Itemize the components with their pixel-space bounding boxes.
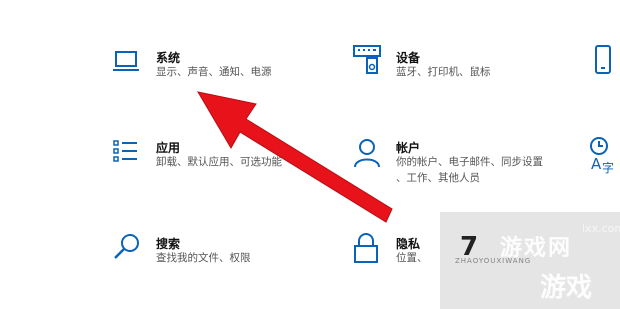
red-annotation-arrow bbox=[196, 91, 393, 223]
